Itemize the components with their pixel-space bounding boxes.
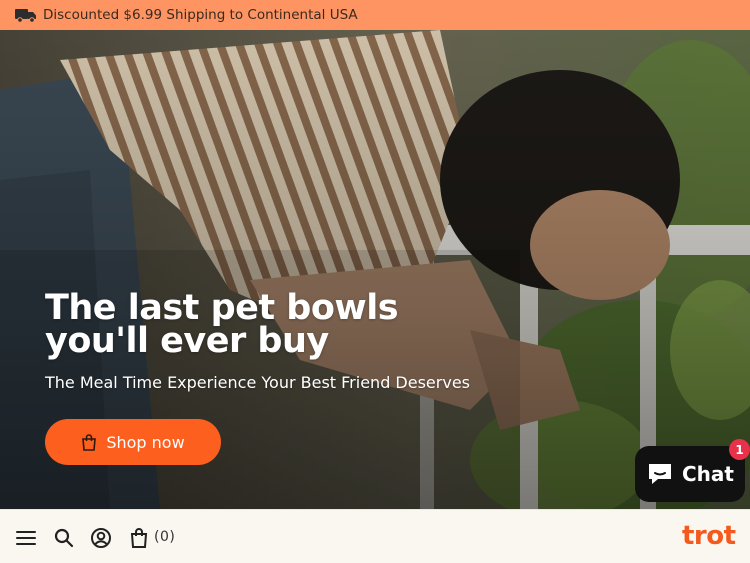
shop-now-label: Shop now <box>106 432 185 452</box>
bottom-navigation-bar: (0) trot <box>0 509 750 563</box>
hero-title: The last pet bowls you'll ever buy <box>45 288 399 361</box>
page: Discounted $6.99 Shipping to Continental… <box>0 0 750 563</box>
cart-bag-icon[interactable] <box>128 527 150 549</box>
chat-notification-badge: 1 <box>729 439 750 460</box>
shop-now-button[interactable]: Shop now <box>45 419 221 465</box>
trot-logo[interactable]: trot <box>682 521 736 551</box>
menu-icon[interactable] <box>15 527 37 549</box>
hero-banner: The last pet bowls you'll ever buy The M… <box>0 30 750 509</box>
account-icon[interactable] <box>90 527 112 549</box>
cart-count[interactable]: (0) <box>154 529 175 545</box>
chat-bubble-icon <box>646 461 674 487</box>
shopping-bag-icon <box>81 433 97 451</box>
hero-subtitle: The Meal Time Experience Your Best Frien… <box>45 373 470 392</box>
truck-icon <box>15 7 37 23</box>
announcement-bar: Discounted $6.99 Shipping to Continental… <box>0 0 750 30</box>
search-icon[interactable] <box>53 527 75 549</box>
chat-button[interactable]: Chat <box>635 446 745 502</box>
chat-label: Chat <box>682 462 734 486</box>
announcement-text: Discounted $6.99 Shipping to Continental… <box>43 7 358 23</box>
